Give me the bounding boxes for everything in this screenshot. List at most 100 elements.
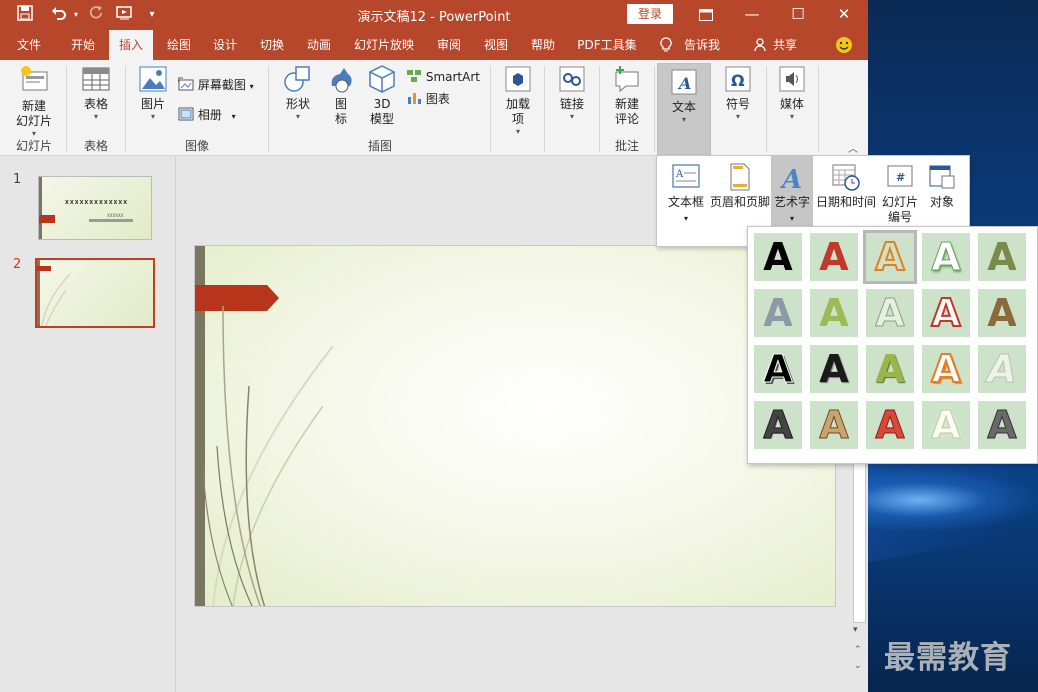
object-icon: [929, 165, 955, 189]
table-button[interactable]: 表格 ▾: [72, 64, 120, 134]
save-icon[interactable]: [14, 5, 36, 25]
lightbulb-icon: [656, 30, 676, 60]
next-slide-icon[interactable]: ⌄: [854, 661, 862, 671]
screenshot-icon: [177, 77, 194, 91]
start-from-beginning-icon[interactable]: [114, 5, 136, 25]
datetime-label: 日期和时间: [815, 195, 876, 209]
wordart-style-striped-red[interactable]: A: [866, 401, 914, 449]
login-button[interactable]: 登录: [627, 4, 673, 24]
wordart-style-orange-bevel[interactable]: A: [922, 345, 970, 393]
tab-help[interactable]: 帮助: [522, 30, 564, 60]
collapse-ribbon-icon[interactable]: ︿: [848, 140, 858, 155]
smartart-button[interactable]: SmartArt: [406, 68, 480, 86]
wordart-style-faded-gray[interactable]: A: [978, 345, 1026, 393]
tab-animations[interactable]: 动画: [298, 30, 340, 60]
ribbon-separator: [654, 66, 655, 152]
thumb-title: XXXXXXXXXXXXX: [65, 200, 129, 206]
media-button[interactable]: 媒体 ▾: [770, 64, 814, 134]
tab-view[interactable]: 视图: [475, 30, 517, 60]
comment-icon: [615, 66, 639, 93]
ribbon-tabs: 文件 开始 插入 绘图 设计 切换 动画 幻灯片放映 审阅 视图 帮助 PDF工…: [0, 30, 868, 60]
text-button[interactable]: A 文本 ▾: [657, 63, 711, 156]
watermark-text: 最需教育: [884, 640, 1012, 676]
share-button[interactable]: 共享: [770, 30, 800, 60]
smiley-feedback-icon[interactable]: [832, 30, 856, 60]
tell-me-search[interactable]: 告诉我: [680, 30, 724, 60]
album-label: 相册: [197, 108, 222, 122]
new-slide-button[interactable]: 新建 幻灯片 ▾: [6, 64, 62, 138]
wordart-style-striped-dark[interactable]: A: [978, 401, 1026, 449]
new-comment-button[interactable]: 新建 评论: [604, 64, 650, 134]
chart-button[interactable]: 图表: [406, 90, 450, 108]
album-button[interactable]: 相册 ▾: [178, 106, 236, 124]
title-bar: ▾ ▾ 演示文稿12 - PowerPoint 登录 — ☐ ✕: [0, 0, 868, 30]
ribbon-separator: [66, 66, 67, 152]
shapes-icon: [284, 66, 310, 92]
wordart-style-green-gradient[interactable]: A: [978, 233, 1026, 281]
wordart-style-striped-brown[interactable]: A: [810, 401, 858, 449]
previous-slide-icon[interactable]: ⌃: [854, 645, 862, 656]
slide-thumbnails-panel: 1 XXXXXXXXXXXXX XXXXXX 2: [0, 157, 176, 692]
tab-transitions[interactable]: 切换: [251, 30, 293, 60]
undo-dropdown-icon[interactable]: ▾: [70, 5, 82, 25]
slide-number: 2: [13, 257, 22, 272]
share-person-icon[interactable]: [752, 30, 770, 60]
slide-canvas[interactable]: [194, 245, 836, 607]
tab-file[interactable]: 文件: [8, 30, 50, 60]
minimize-icon[interactable]: —: [729, 0, 775, 30]
tab-draw[interactable]: 绘图: [158, 30, 200, 60]
slide-thumbnail-2[interactable]: [35, 258, 155, 328]
wordart-style-white-glow[interactable]: A: [922, 401, 970, 449]
screenshot-button[interactable]: 屏幕截图 ▾: [177, 76, 254, 94]
maximize-icon[interactable]: ☐: [775, 0, 821, 30]
addins-label: 加载 项: [505, 97, 530, 126]
customize-toolbar-icon[interactable]: ▾: [144, 5, 160, 25]
shapes-button[interactable]: 形状 ▾: [276, 64, 320, 134]
wordart-style-black-bevel[interactable]: A: [810, 345, 858, 393]
wordart-style-striped-black[interactable]: A: [754, 401, 802, 449]
tab-pdf-tools[interactable]: PDF工具集: [572, 30, 642, 60]
wordart-style-gray-reflection[interactable]: A: [754, 289, 802, 337]
object-label: 对象: [929, 195, 954, 209]
wordart-style-green-reflection[interactable]: A: [810, 289, 858, 337]
omega-icon: Ω: [725, 66, 751, 92]
wordart-icon: A: [779, 165, 802, 191]
wordart-style-solid-red[interactable]: A: [810, 233, 858, 281]
cube-icon: [369, 65, 395, 93]
wordart-style-black-white-outline[interactable]: A: [754, 345, 802, 393]
redo-icon[interactable]: [86, 5, 106, 25]
tab-review[interactable]: 审阅: [428, 30, 470, 60]
icons-button[interactable]: 图 标: [322, 64, 360, 134]
close-icon[interactable]: ✕: [821, 0, 867, 30]
svg-text:A: A: [677, 74, 691, 93]
tab-home[interactable]: 开始: [62, 30, 104, 60]
symbol-button[interactable]: Ω 符号 ▾: [716, 64, 760, 134]
text-icon: A: [671, 69, 697, 95]
scroll-down-icon[interactable]: ▾: [853, 625, 858, 635]
wordart-style-solid-black[interactable]: A: [754, 233, 802, 281]
header-footer-label: 页眉和页脚: [709, 195, 770, 209]
3d-models-button[interactable]: 3D 模型: [362, 64, 402, 134]
tab-design[interactable]: 设计: [204, 30, 246, 60]
slide-thumbnail-1[interactable]: XXXXXXXXXXXXX XXXXXX: [38, 176, 152, 240]
wordart-style-brown-gradient[interactable]: A: [978, 289, 1026, 337]
undo-icon[interactable]: [48, 5, 70, 25]
svg-text:A: A: [675, 169, 684, 180]
tab-slideshow[interactable]: 幻灯片放映: [347, 30, 421, 60]
link-button[interactable]: 链接 ▾: [550, 64, 594, 134]
wordart-style-white-green-shadow[interactable]: A: [922, 233, 970, 281]
ribbon-insert: 新建 幻灯片 ▾ 幻灯片 表格 ▾ 表格 图片 ▾ 屏幕截图 ▾ 相册 ▾ 图像 形状: [0, 60, 868, 156]
group-label-illustrations: 插图: [367, 139, 392, 153]
wordart-style-olive-bevel[interactable]: A: [866, 345, 914, 393]
wordart-style-red-outline[interactable]: A: [922, 289, 970, 337]
link-icon: [559, 66, 585, 92]
picture-button[interactable]: 图片 ▾: [132, 64, 174, 134]
addins-button[interactable]: 加载 项 ▾: [496, 64, 540, 136]
ribbon-display-options-icon[interactable]: [683, 0, 729, 30]
wordart-style-orange-outline[interactable]: A: [863, 230, 917, 284]
tab-insert[interactable]: 插入: [109, 30, 153, 60]
wordart-style-white-outline[interactable]: A: [866, 289, 914, 337]
textbox-button[interactable]: A 文本框 ▾: [663, 156, 709, 246]
album-icon: [178, 107, 194, 121]
slide-grass-decoration: [203, 305, 334, 606]
